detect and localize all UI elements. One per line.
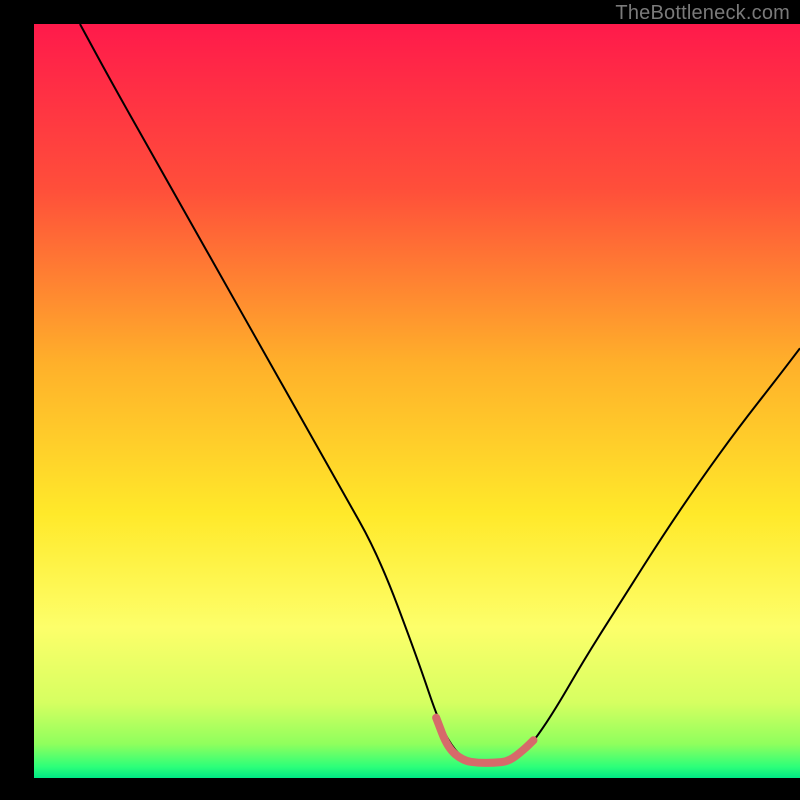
watermark-text: TheBottleneck.com bbox=[615, 2, 790, 25]
chart-container: TheBottleneck.com bbox=[0, 0, 800, 800]
chart-svg bbox=[0, 0, 800, 800]
gradient-background bbox=[34, 24, 800, 778]
